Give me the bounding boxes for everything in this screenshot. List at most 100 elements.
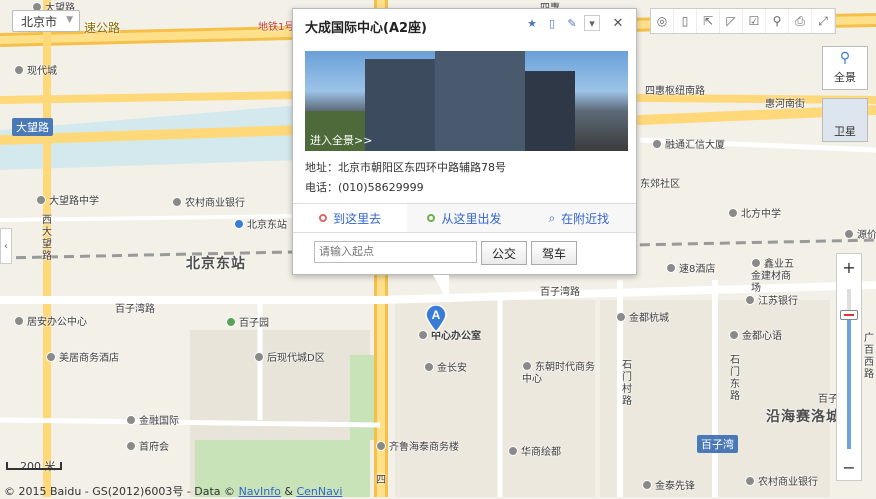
search-icon: ⌕ xyxy=(548,210,556,225)
tab-go-here[interactable]: 到这里去 xyxy=(293,204,408,232)
poi-label[interactable]: 首府会 xyxy=(126,441,169,454)
poi-label[interactable]: 金融国际 xyxy=(126,415,179,428)
panorama-thumbnail[interactable]: 进入全景>> xyxy=(305,51,628,151)
drive-button[interactable]: 驾车 xyxy=(531,241,577,265)
poi-label[interactable]: 广百西路 xyxy=(864,333,876,381)
road-label-dawang: 大望路 xyxy=(12,118,53,136)
zoom-out-button[interactable]: − xyxy=(837,456,861,478)
tab-nearby[interactable]: ⌕ 在附近找 xyxy=(522,204,636,232)
navinfo-link[interactable]: NavInfo xyxy=(239,485,281,498)
road-label-shimendong: 石门东路 xyxy=(730,355,740,402)
chevron-down-icon[interactable]: ▾ xyxy=(584,15,600,31)
poi-icon xyxy=(751,258,761,268)
poi-label[interactable]: 东朝时代商务中心 xyxy=(522,361,602,386)
start-point-input[interactable] xyxy=(314,241,477,263)
poi-label[interactable]: 北京东站 xyxy=(234,219,287,232)
star-icon[interactable]: ★ xyxy=(524,15,540,31)
edit-icon[interactable]: ✎ xyxy=(564,15,580,31)
city-select[interactable]: 北京市 ▼ xyxy=(12,10,80,32)
panorama-label: 全景 xyxy=(834,71,856,84)
panorama-button[interactable]: ⚲ 全景 xyxy=(822,46,868,90)
poi-icon xyxy=(728,208,738,218)
poi-label[interactable]: 金泰先锋 xyxy=(642,480,695,493)
left-panel-toggle[interactable]: ‹ xyxy=(0,228,12,264)
poi-icon xyxy=(508,446,518,456)
poi-icon xyxy=(254,352,264,362)
cennavi-link[interactable]: CenNavi xyxy=(296,485,342,498)
poi-label[interactable]: 后现代城D区 xyxy=(254,352,325,365)
poi-label[interactable]: 大望路中学 xyxy=(36,195,99,208)
poi-label[interactable]: 融通汇信大厦 xyxy=(652,139,725,152)
popup-actions: ★ ▯ ✎ ▾ ✕ xyxy=(524,15,626,31)
poi-icon xyxy=(46,352,56,362)
pin-icon[interactable]: ⚲ xyxy=(766,9,789,33)
park-icon xyxy=(226,317,236,327)
location-marker[interactable]: A xyxy=(425,304,447,334)
poi-label[interactable]: 居安办公中心 xyxy=(14,316,87,329)
phone-row: 电话：(010)58629999 xyxy=(305,181,424,194)
satellite-label: 卫星 xyxy=(834,125,856,138)
poi-icon xyxy=(616,312,626,322)
road-label-si: 四 xyxy=(376,475,386,486)
poi-label[interactable]: 源价 xyxy=(844,229,876,242)
subway-icon[interactable]: ▯ xyxy=(674,9,697,33)
tab-start-here[interactable]: 从这里出发 xyxy=(407,204,521,232)
poi-icon xyxy=(36,195,46,205)
poi-icon xyxy=(424,362,434,372)
bus-button[interactable]: 公交 xyxy=(481,241,527,265)
route-tabs: 到这里去 从这里出发 ⌕ 在附近找 xyxy=(293,203,636,233)
poi-icon xyxy=(172,197,182,207)
poi-label[interactable]: 百子 xyxy=(818,394,838,406)
satellite-button[interactable]: 卫星 xyxy=(822,98,868,142)
chevron-down-icon: ▼ xyxy=(66,15,73,25)
phone-icon[interactable]: ▯ xyxy=(544,15,560,31)
road-label-highway: 速公路 xyxy=(84,21,121,35)
enter-panorama-link[interactable]: 进入全景>> xyxy=(310,132,372,148)
poi-icon xyxy=(126,415,136,425)
fullscreen-icon[interactable]: ⤢ xyxy=(812,9,835,33)
poi-icon xyxy=(376,441,386,451)
traffic-icon[interactable]: ◎ xyxy=(651,9,674,33)
poi-label[interactable]: 农村商业银行 xyxy=(745,476,818,489)
poi-label[interactable]: 华商绘都 xyxy=(508,446,561,459)
poi-icon xyxy=(652,139,662,149)
poi-icon xyxy=(729,330,739,340)
poi-icon xyxy=(14,316,24,326)
poi-label[interactable]: 速8酒店 xyxy=(666,263,715,276)
info-window: 大成国际中心(A2座) ★ ▯ ✎ ▾ ✕ 进入全景>> 地址：北京市朝阳区东四… xyxy=(292,8,637,303)
poi-label[interactable]: 百子园 xyxy=(226,317,269,330)
poi-label[interactable]: 金都心语 xyxy=(729,330,782,343)
location-pin-icon: ⚲ xyxy=(839,50,851,66)
road-label-xidawang: 西大望路 xyxy=(42,215,52,262)
poi-label[interactable]: 齐鲁海泰商务楼 xyxy=(376,441,459,454)
poi-label[interactable]: 金都杭城 xyxy=(616,312,669,325)
poi-icon xyxy=(844,229,854,239)
share-icon[interactable]: ⇱ xyxy=(697,9,720,33)
poi-label[interactable]: 农村商业银行 xyxy=(172,197,245,210)
scale-bar xyxy=(6,462,62,470)
road-label-sihui-hub: 四惠枢纽南路 xyxy=(645,86,705,97)
zoom-slider-handle[interactable] xyxy=(840,310,858,320)
poi-icon xyxy=(522,361,532,371)
poi-label[interactable]: 现代城 xyxy=(14,65,57,78)
zoom-in-button[interactable]: + xyxy=(837,256,861,278)
poi-icon xyxy=(745,295,755,305)
poi-icon xyxy=(745,476,755,486)
poi-icon xyxy=(666,263,676,273)
poi-label[interactable]: 东郊社区 xyxy=(640,179,680,191)
district-label-baiziwan: 百子湾 xyxy=(697,435,738,453)
road-label-baiziwan-west: 百子湾路 xyxy=(115,304,155,315)
poi-icon xyxy=(642,480,652,490)
poi-label[interactable]: 金长安 xyxy=(424,362,467,375)
poi-label[interactable]: 北方中学 xyxy=(728,208,781,221)
poi-icon xyxy=(14,65,24,75)
road-label-baiziwan-east: 百子湾路 xyxy=(540,287,580,298)
poi-label[interactable]: 江苏银行 xyxy=(745,295,798,308)
print-icon[interactable]: ⎙ xyxy=(789,9,812,33)
poi-label[interactable]: 鑫业五金建材商场 xyxy=(751,258,799,295)
zoom-control: + − xyxy=(836,253,862,481)
poi-label[interactable]: 美居商务酒店 xyxy=(46,352,119,365)
ruler-icon[interactable]: ◸ xyxy=(720,9,743,33)
mark-icon[interactable]: ☑ xyxy=(743,9,766,33)
close-icon[interactable]: ✕ xyxy=(610,15,626,31)
